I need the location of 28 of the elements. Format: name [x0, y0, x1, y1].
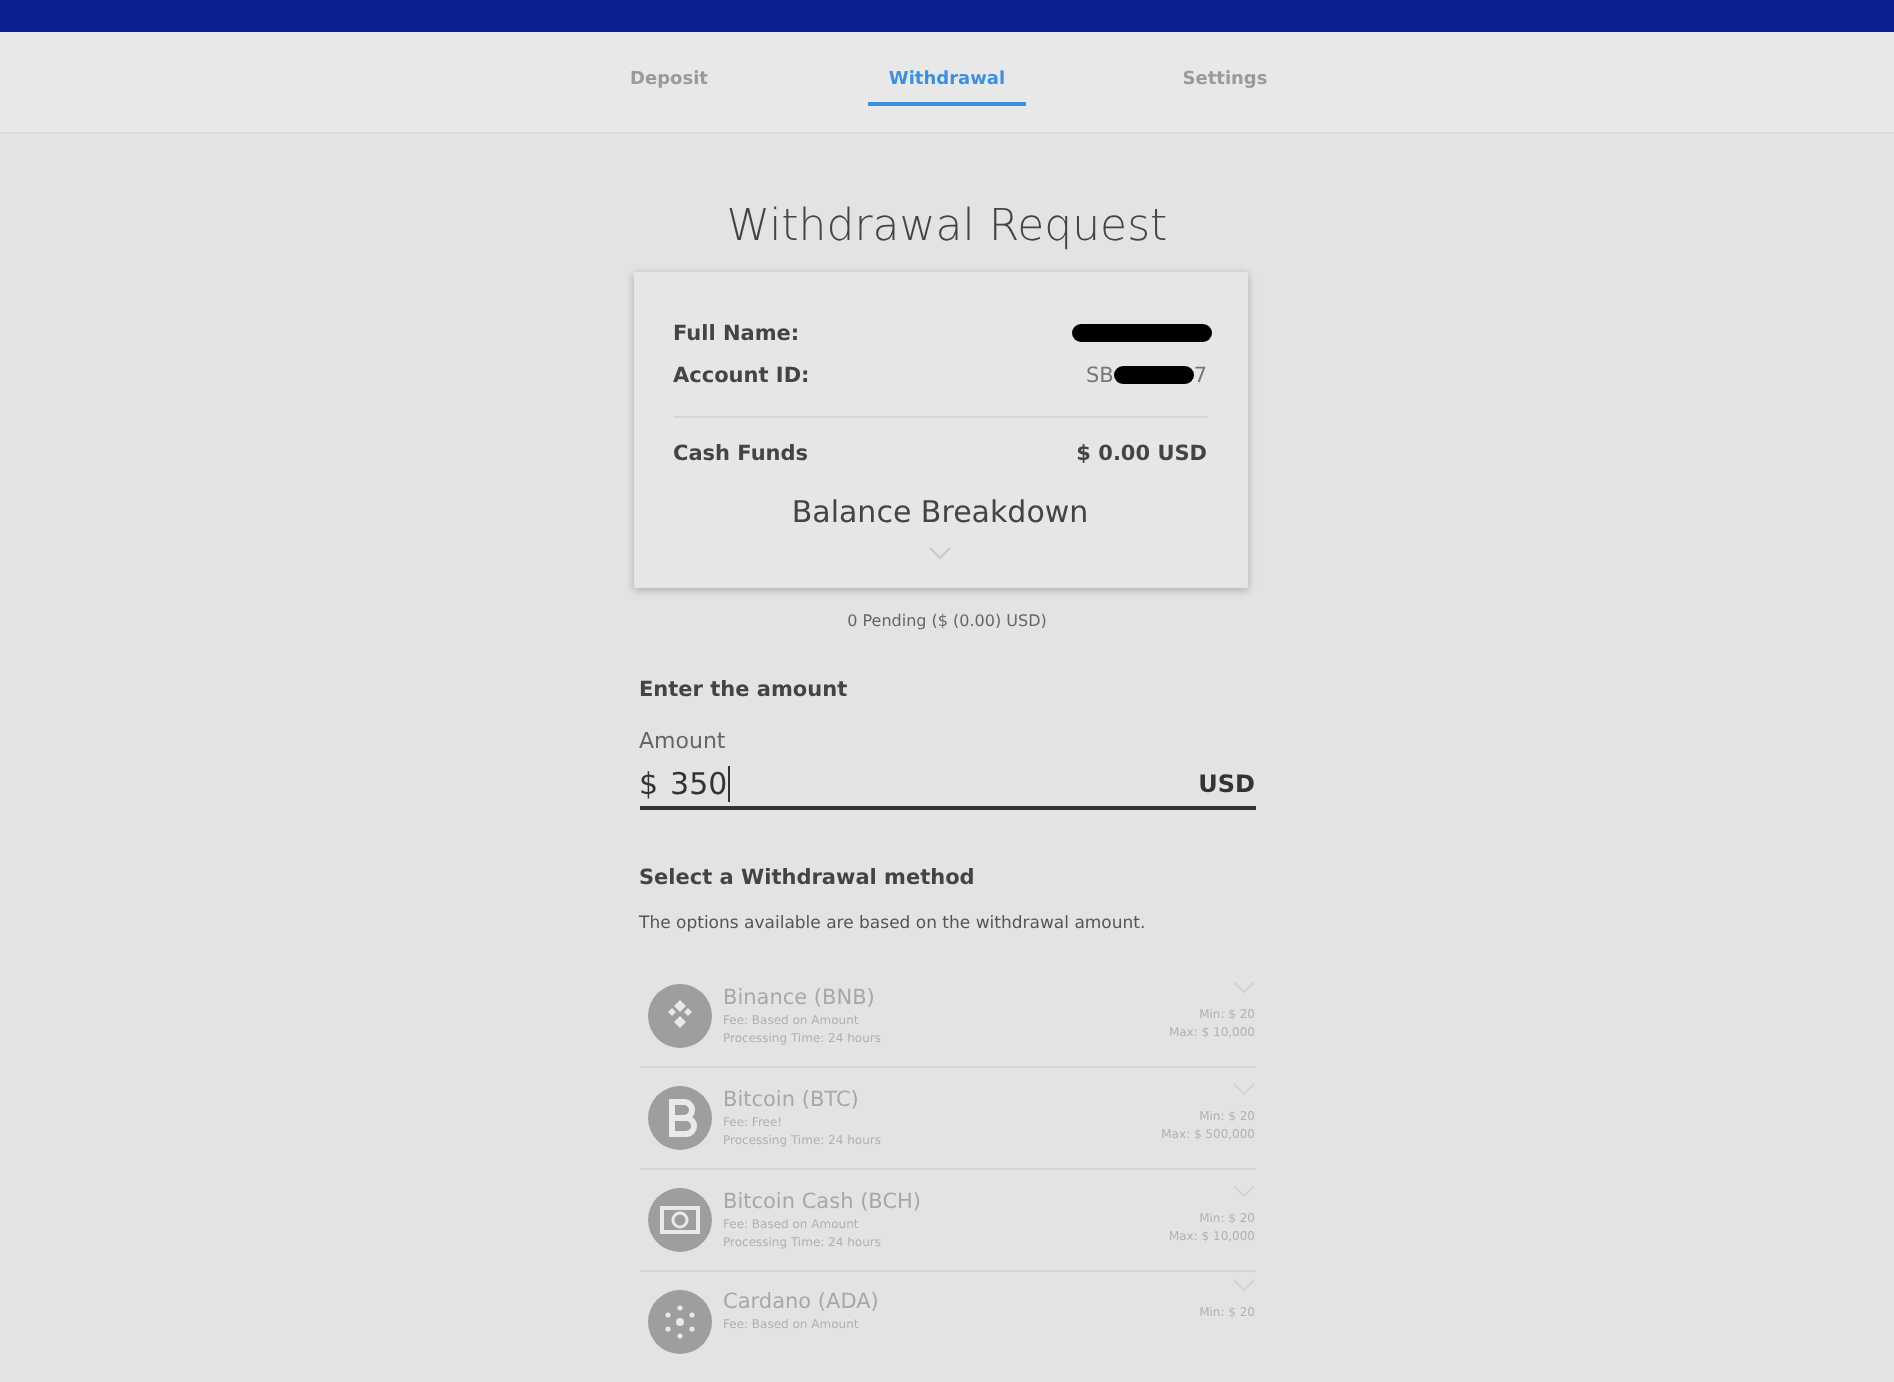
amount-field[interactable]: $ 350 USD [639, 766, 1255, 810]
bitcoin-icon [647, 1086, 711, 1150]
page-title: Withdrawal Request [724, 202, 1170, 252]
redaction-mark [1071, 324, 1211, 342]
field-label: Full Name: [673, 321, 800, 345]
nav-tab[interactable]: Withdrawal [808, 32, 1086, 132]
method-name: Cardano (ADA) [723, 1290, 881, 1314]
breakdown-title: Balance Breakdown [789, 494, 1091, 530]
field-label: Amount [639, 728, 728, 754]
section-heading: Enter the amount [639, 678, 850, 702]
section-heading: Select a Withdrawal method [639, 866, 977, 890]
banknote-icon [647, 1188, 711, 1252]
field-label: Cash Funds [673, 441, 809, 465]
cash-funds-value: $ 0.00 USD [1076, 441, 1207, 465]
account-id-text: 7 [1193, 363, 1207, 387]
nav-tab[interactable]: Settings [1086, 32, 1364, 132]
amount-value: 350 [670, 766, 730, 802]
chevron-down-icon[interactable] [928, 546, 952, 560]
method-name: Binance (BNB) [723, 986, 877, 1010]
nav-tab[interactable]: Deposit [530, 32, 808, 132]
pending-text: 0 Pending ($ (0.00) USD) [845, 612, 1049, 630]
method-name: Bitcoin (BTC) [723, 1088, 861, 1112]
method-name: Bitcoin Cash (BCH) [723, 1190, 924, 1214]
method-note: The options available are based on the withdrawal amount. [639, 914, 1148, 934]
dots-icon [647, 1290, 711, 1354]
redaction-mark [1113, 366, 1194, 384]
account-id-text: SB [1085, 363, 1114, 387]
field-label: Account ID: [673, 363, 810, 387]
